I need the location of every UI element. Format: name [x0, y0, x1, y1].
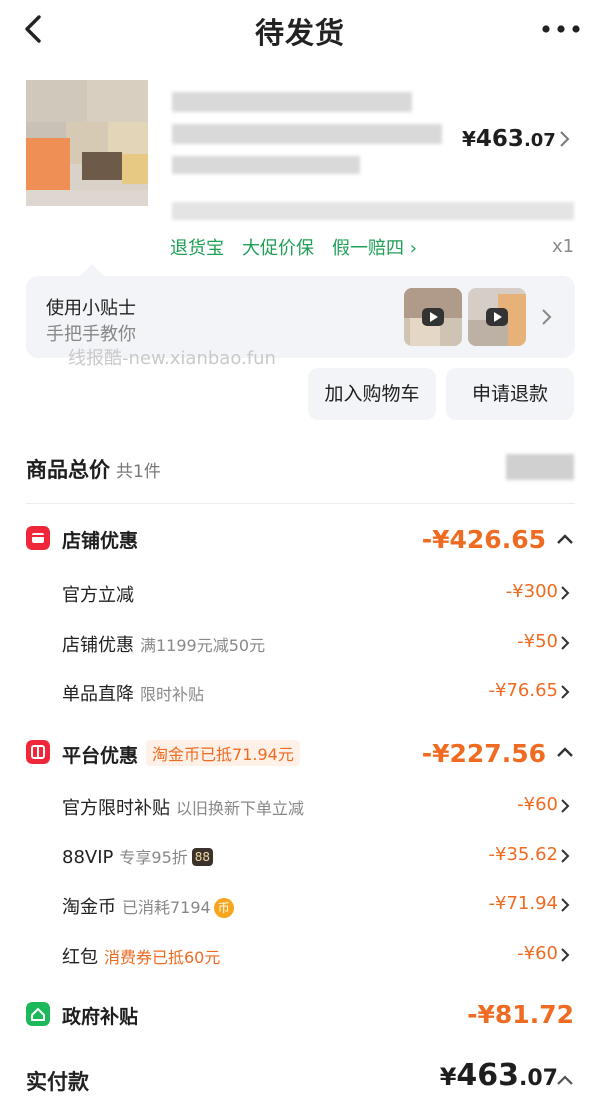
actual-payment-amount: ¥463.07: [439, 1058, 558, 1093]
discount-row-label: 官方限时补贴 以旧换新下单立减: [62, 798, 305, 819]
chevron-right-icon[interactable]: [560, 947, 570, 963]
discount-row-amount: -¥300: [505, 581, 558, 602]
discount-row-label: 单品直降 限时补贴: [62, 684, 205, 705]
chevron-right-icon: [542, 309, 552, 325]
video-thumbnail[interactable]: [468, 288, 526, 346]
tips-subtitle: 手把手教你: [46, 324, 136, 345]
platform-discount-amount: -¥227.56: [421, 739, 546, 768]
play-icon: [422, 308, 444, 326]
platform-icon: [26, 740, 50, 764]
discount-row-amount: -¥50: [517, 631, 558, 652]
shop-icon: [26, 526, 50, 550]
chevron-right-icon[interactable]: [560, 585, 570, 601]
gov-subsidy-amount: -¥81.72: [467, 1000, 574, 1029]
chevron-right-icon[interactable]: [558, 130, 570, 148]
gov-subsidy-icon: [26, 1002, 50, 1026]
shop-discount-label: 店铺优惠: [62, 530, 139, 552]
taojinbi-badge: 淘金币已抵71.94元: [146, 740, 300, 766]
product-thumbnail[interactable]: [26, 80, 148, 206]
discount-row-amount: -¥71.94: [488, 893, 558, 914]
discount-row-label: 红包 消费券已抵60元: [62, 947, 221, 968]
more-icon[interactable]: [540, 18, 582, 40]
chevron-up-icon[interactable]: [556, 533, 574, 545]
product-title-blur: [172, 124, 442, 144]
shop-discount-amount: -¥426.65: [421, 525, 546, 554]
chevron-up-icon[interactable]: [556, 746, 574, 758]
quantity: x1: [552, 236, 575, 257]
watermark: 线报酷-new.xianbao.fun: [68, 348, 276, 369]
video-thumbnail[interactable]: [404, 288, 462, 346]
service-tags[interactable]: 退货宝 大促价保 假一赔四 ›: [170, 234, 417, 260]
chevron-right-icon[interactable]: [560, 798, 570, 814]
chevron-right-icon[interactable]: [560, 684, 570, 700]
coin-icon: 币: [213, 898, 234, 918]
refund-button[interactable]: 申请退款: [446, 368, 574, 420]
product-spec-blur: [172, 156, 360, 174]
chevron-right-icon[interactable]: [560, 848, 570, 864]
discount-row-amount: -¥60: [517, 943, 558, 964]
total-amount-blur: [506, 454, 574, 480]
tips-caret: [80, 264, 104, 276]
chevron-right-icon[interactable]: [560, 897, 570, 913]
vip88-icon: 88: [191, 848, 214, 866]
chevron-up-icon[interactable]: [556, 1074, 574, 1086]
play-icon: [486, 308, 508, 326]
discount-row-amount: -¥76.65: [488, 680, 558, 701]
top-bar: 待发货: [0, 0, 600, 64]
discount-row-label: 淘金币 已消耗7194 币: [62, 893, 234, 919]
page-title: 待发货: [254, 16, 345, 50]
discount-row-amount: -¥35.62: [488, 844, 558, 865]
product-title-blur: [172, 92, 412, 112]
platform-discount-label: 平台优惠 淘金币已抵71.94元: [62, 740, 300, 768]
discount-row-label: 店铺优惠 满1199元减50元: [62, 635, 266, 656]
product-price: ¥463.07: [462, 126, 556, 152]
discount-row-label: 88VIP 专享95折 88: [62, 844, 214, 868]
product-spec-blur: [172, 202, 574, 220]
total-title: 商品总价 共1件: [26, 458, 161, 482]
actual-payment-label: 实付款: [26, 1070, 89, 1094]
chevron-right-icon[interactable]: [560, 635, 570, 651]
discount-row-label: 官方立减: [62, 585, 134, 606]
add-to-cart-button[interactable]: 加入购物车: [308, 368, 436, 420]
tips-title: 使用小贴士: [46, 298, 136, 319]
divider: [26, 503, 575, 504]
gov-subsidy-label: 政府补贴: [62, 1006, 139, 1028]
discount-row-amount: -¥60: [517, 794, 558, 815]
